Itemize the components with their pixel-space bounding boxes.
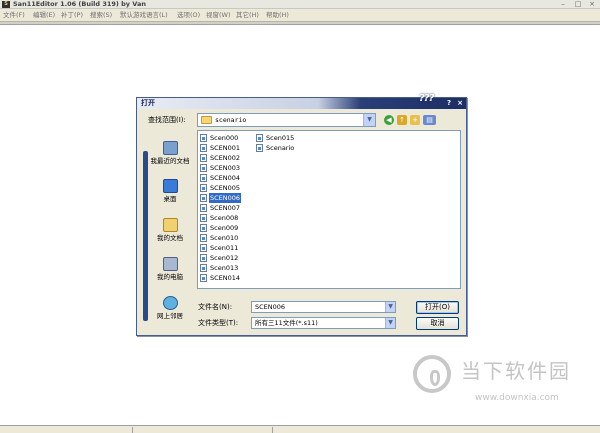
help-icon[interactable]: ? <box>444 99 454 108</box>
app-title: San11Editor 1.06 (Build 319) by Van <box>13 0 146 8</box>
filetype-value: 所有三11文件(*.s11) <box>255 319 318 327</box>
menu-patch[interactable]: 补丁(P) <box>61 9 83 22</box>
places-bar: 我最近的文档 桌面 我的文档 我的电脑 网上邻居 <box>143 131 195 327</box>
menu-window[interactable]: 视窗(W) <box>206 9 231 22</box>
menu-search[interactable]: 搜索(S) <box>90 9 112 22</box>
file-icon <box>200 254 207 262</box>
up-folder-icon[interactable]: ↑ <box>397 115 407 125</box>
status-bar <box>0 425 600 433</box>
my-computer-icon <box>162 257 178 271</box>
status-pane-divider <box>132 427 133 433</box>
look-in-label: 查找范围(I): <box>148 116 186 124</box>
file-icon <box>200 154 207 162</box>
menu-options[interactable]: 选项(O) <box>177 9 200 22</box>
file-icon <box>200 224 207 232</box>
file-icon <box>200 274 207 282</box>
filename-label: 文件名(N): <box>198 303 233 311</box>
new-folder-icon[interactable]: + <box>410 115 420 125</box>
file-list[interactable]: Scen000 SCEN001 SCEN002 SCEN003 SCEN004 … <box>197 130 461 289</box>
chevron-down-icon[interactable]: ▼ <box>363 114 375 126</box>
menu-language[interactable]: 默认游戏语言(L) <box>120 9 168 22</box>
dialog-title: 打开 <box>141 99 155 107</box>
my-documents-icon <box>162 218 178 232</box>
folder-icon <box>201 116 212 124</box>
file-icon <box>200 234 207 242</box>
file-icon <box>256 144 263 152</box>
back-icon[interactable]: ◀ <box>384 115 394 125</box>
filetype-label: 文件类型(T): <box>198 319 239 327</box>
place-recent-documents[interactable]: 我最近的文档 <box>145 141 195 165</box>
app-title-bar: S San11Editor 1.06 (Build 319) by Van – … <box>0 0 600 9</box>
status-pane-divider <box>272 427 273 433</box>
look-in-dropdown[interactable]: scenario ▼ <box>197 113 376 127</box>
network-places-icon <box>162 296 178 310</box>
menu-file[interactable]: 文件(F) <box>3 9 25 22</box>
file-icon <box>200 134 207 142</box>
place-my-documents[interactable]: 我的文档 <box>145 218 195 242</box>
file-icon <box>200 194 207 202</box>
file-icon <box>200 144 207 152</box>
filename-field[interactable]: SCEN006 ▼ <box>251 301 396 313</box>
file-icon <box>200 264 207 272</box>
maximize-icon[interactable]: □ <box>571 1 585 8</box>
file-icon <box>200 204 207 212</box>
desktop-icon <box>162 179 178 193</box>
filetype-select[interactable]: 所有三11文件(*.s11) ▼ <box>251 317 396 329</box>
dialog-title-bar: 打开 ??? ? × <box>137 93 466 109</box>
close-window-icon[interactable]: × <box>585 1 599 8</box>
filename-value: SCEN006 <box>255 303 286 311</box>
chevron-down-icon[interactable]: ▼ <box>385 318 395 328</box>
close-icon[interactable]: × <box>455 99 465 108</box>
menu-edit[interactable]: 编辑(E) <box>33 9 55 22</box>
look-in-value: scenario <box>215 116 247 124</box>
file-icon <box>200 214 207 222</box>
file-icon <box>200 244 207 252</box>
open-button[interactable]: 打开(O) <box>416 301 459 314</box>
watermark-url: www.downxia.com <box>475 393 559 403</box>
file-icon <box>200 164 207 172</box>
minimize-icon[interactable]: – <box>556 1 570 8</box>
watermark-title: 当下软件园 <box>461 359 571 383</box>
watermark: 当下软件园 www.downxia.com <box>413 355 583 415</box>
app-menu-bar: 文件(F) 编辑(E) 补丁(P) 搜索(S) 默认游戏语言(L) 选项(O) … <box>0 9 600 22</box>
view-menu-icon[interactable]: ▤ <box>423 115 436 125</box>
place-network[interactable]: 网上邻居 <box>145 296 195 320</box>
chevron-down-icon[interactable]: ▼ <box>385 302 395 312</box>
watermark-logo-icon <box>413 355 451 393</box>
menu-other[interactable]: 其它(H) <box>236 9 259 22</box>
file-icon <box>200 184 207 192</box>
place-my-computer[interactable]: 我的电脑 <box>145 257 195 281</box>
open-file-dialog: 打开 ??? ? × 查找范围(I): scenario ▼ ◀ ↑ + ▤ 我… <box>136 93 467 336</box>
dialog-logo-icon: ??? <box>419 93 434 104</box>
cancel-button[interactable]: 取消 <box>416 317 459 330</box>
recent-documents-icon <box>162 141 178 155</box>
file-icon <box>200 174 207 182</box>
menu-help[interactable]: 帮助(H) <box>266 9 289 22</box>
toolbar-separator <box>0 22 600 25</box>
place-desktop[interactable]: 桌面 <box>145 179 195 203</box>
file-icon <box>256 134 263 142</box>
app-icon: S <box>2 1 10 8</box>
